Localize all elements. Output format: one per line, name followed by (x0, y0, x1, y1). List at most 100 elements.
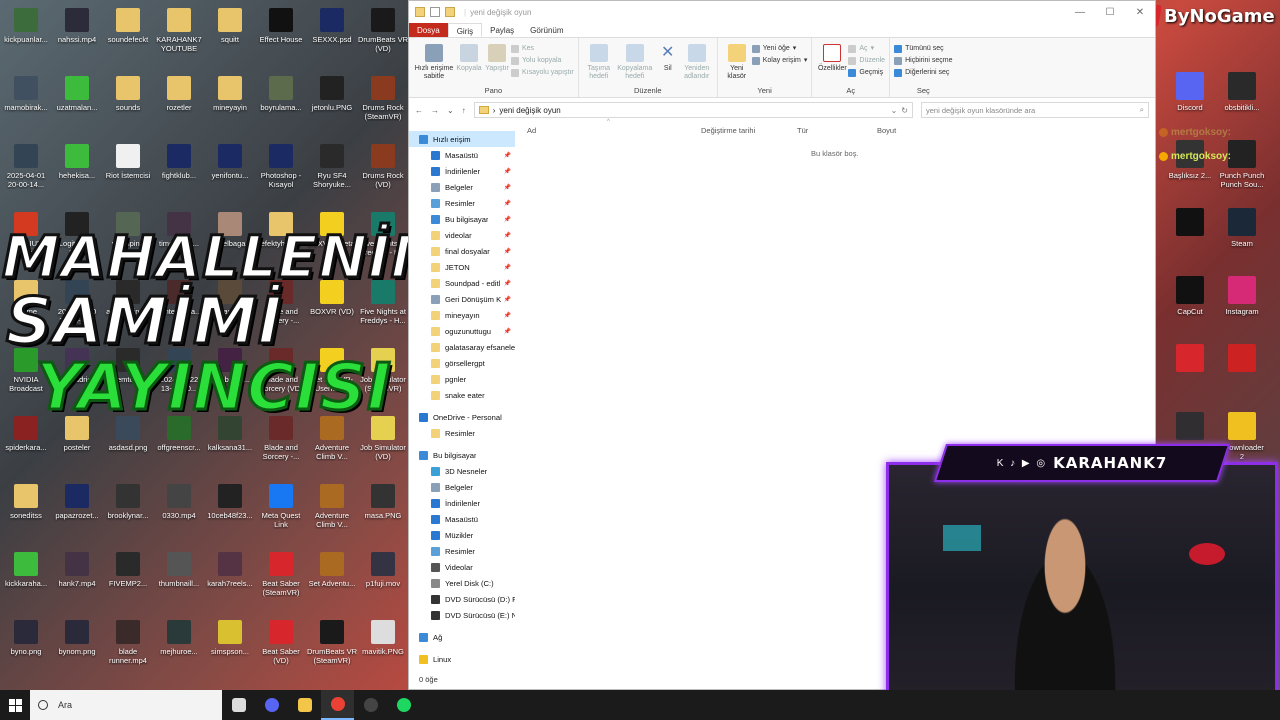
nav-network[interactable]: Ağ (409, 629, 515, 645)
nav-item[interactable]: pgnler (409, 371, 515, 387)
column-size[interactable]: Boyut (877, 126, 896, 135)
taskbar-app-chrome[interactable] (321, 690, 354, 720)
desktop-icon[interactable]: mineyayin (205, 70, 255, 130)
start-button[interactable] (0, 690, 30, 720)
pin-icon[interactable]: 📌 (504, 248, 515, 255)
desktop-icon[interactable]: SEXXX.psd (307, 2, 357, 62)
desktop-icon[interactable]: simspson... (205, 614, 255, 674)
pin-icon[interactable]: 📌 (504, 312, 515, 319)
desktop-icon[interactable]: Steam (1217, 202, 1267, 262)
nav-item[interactable]: Masaüstü (409, 511, 515, 527)
tab-view[interactable]: Görünüm (522, 23, 571, 37)
desktop-icon[interactable]: Set Adventu... (307, 546, 357, 606)
select-all-button[interactable]: Tümünü seç (894, 44, 952, 53)
tab-share[interactable]: Paylaş (482, 23, 522, 37)
desktop-icon[interactable]: Drums Rock (SteamVR) (358, 70, 408, 130)
taskbar-app-file-explorer[interactable] (288, 690, 321, 720)
desktop-icon[interactable]: 0330.mp4 (154, 478, 204, 538)
desktop-icon[interactable]: masa.PNG (358, 478, 408, 538)
move-to-button[interactable]: Taşıma hedefi (583, 42, 615, 85)
desktop-icon[interactable]: boyrulama... (256, 70, 306, 130)
desktop-icon[interactable] (1165, 338, 1215, 398)
desktop-icon[interactable]: Ryu SF4 Shoryuke... (307, 138, 357, 198)
desktop-icon[interactable]: yenifontu... (205, 138, 255, 198)
search-input[interactable]: yeni değişik oyun klasöründe ara (926, 106, 1140, 115)
refresh-icon[interactable]: ↻ (901, 106, 908, 115)
desktop-icon[interactable]: fightklub... (154, 138, 204, 198)
desktop-icon[interactable]: Adventure Climb V... (307, 478, 357, 538)
desktop-icon[interactable]: KARAHANK7 YOUTUBE (154, 2, 204, 62)
desktop-icon[interactable] (1217, 338, 1267, 398)
rename-button[interactable]: Yeniden adlandır (681, 42, 713, 85)
tab-file[interactable]: Dosya (409, 23, 448, 37)
nav-item[interactable]: final dosyalar 📌 (409, 243, 515, 259)
copy-to-button[interactable]: Kopyalama hedefi (615, 42, 655, 85)
desktop-icon[interactable]: obsbitikli... (1217, 66, 1267, 126)
desktop-icon[interactable]: Discord (1165, 66, 1215, 126)
select-none-button[interactable]: Hiçbirini seçme (894, 56, 953, 65)
desktop-icon[interactable]: Meta Quest Link (256, 478, 306, 538)
nav-item[interactable]: 3D Nesneler (409, 463, 515, 479)
nav-item[interactable]: Bu bilgisayar 📌 (409, 211, 515, 227)
desktop-icon[interactable]: 10ceb48f23... (205, 478, 255, 538)
desktop-icon[interactable]: p1fuji.mov (358, 546, 408, 606)
pin-icon[interactable]: 📌 (504, 328, 515, 335)
recent-chevron-icon[interactable]: ⌄ (447, 106, 454, 115)
nav-onedrive[interactable]: OneDrive - Personal (409, 409, 515, 425)
cut-button[interactable]: Kes (511, 44, 574, 53)
nav-item[interactable]: mineyayın 📌 (409, 307, 515, 323)
desktop-icon[interactable]: papazrozet... (52, 478, 102, 538)
desktop-icon[interactable]: DrumBeats VR (SteamVR) (307, 614, 357, 674)
nav-item[interactable]: Belgeler 📌 (409, 179, 515, 195)
nav-item[interactable]: JETON 📌 (409, 259, 515, 275)
edit-button[interactable]: Düzenle (848, 56, 885, 65)
pin-quick-access-button[interactable]: Hızlı erişime sabitle (413, 42, 455, 85)
nav-item[interactable]: Resimler (409, 425, 515, 441)
nav-item[interactable]: galatasaray efsanele (409, 339, 515, 355)
desktop-icon[interactable]: hehekisa... (52, 138, 102, 198)
new-item-button[interactable]: Yeni öğe ▾ (751, 44, 808, 53)
paste-button[interactable]: Yapıştır (483, 42, 511, 85)
desktop-icon[interactable]: byno.png (1, 614, 51, 674)
properties-icon[interactable] (430, 7, 440, 17)
back-arrow-icon[interactable]: ← (415, 106, 423, 115)
desktop-icon[interactable]: Beat Saber (SteamVR) (256, 546, 306, 606)
desktop-icon[interactable]: brooklynar... (103, 478, 153, 538)
desktop-icon[interactable]: jetonlu.PNG (307, 70, 357, 130)
pin-icon[interactable]: 📌 (504, 296, 515, 303)
desktop-icon[interactable]: FIVEMP2... (103, 546, 153, 606)
pin-icon[interactable]: 📌 (504, 200, 515, 207)
nav-item[interactable]: görsellergpt (409, 355, 515, 371)
taskbar-search-input[interactable]: Ara (58, 700, 72, 710)
desktop-icon[interactable]: Riot İstemcisi (103, 138, 153, 198)
desktop-icon[interactable]: karah7reels... (205, 546, 255, 606)
nav-item[interactable]: Videolar (409, 559, 515, 575)
nav-item[interactable]: oguzunuttugu 📌 (409, 323, 515, 339)
pin-icon[interactable]: 📌 (504, 184, 515, 191)
nav-item[interactable]: İndirilenler (409, 495, 515, 511)
history-button[interactable]: Geçmiş (848, 68, 885, 77)
desktop-icon[interactable]: uzatmalan... (52, 70, 102, 130)
nav-item[interactable]: Resimler (409, 543, 515, 559)
column-type[interactable]: Tür (797, 126, 808, 135)
open-button[interactable]: Aç ▾ (848, 44, 885, 53)
forward-arrow-icon[interactable]: → (431, 106, 439, 115)
paste-shortcut-button[interactable]: Kısayolu yapıştır (511, 68, 574, 77)
desktop-icon[interactable]: mamobirak... (1, 70, 51, 130)
desktop-icon[interactable]: hank7.mp4 (52, 546, 102, 606)
nav-item[interactable]: Resimler 📌 (409, 195, 515, 211)
desktop-icon[interactable]: mejhuroe... (154, 614, 204, 674)
desktop-icon[interactable]: blade runner.mp4 (103, 614, 153, 674)
desktop-icon[interactable] (1165, 202, 1215, 262)
address-dropdown-icon[interactable]: ⌄ (891, 106, 898, 115)
nav-item[interactable]: Masaüstü 📌 (409, 147, 515, 163)
nav-item[interactable]: Soundpad - editl 📌 (409, 275, 515, 291)
pin-icon[interactable]: 📌 (504, 280, 515, 287)
column-modified[interactable]: Değiştirme tarihi (701, 126, 755, 135)
desktop-icon[interactable]: Effect House (256, 2, 306, 62)
up-arrow-icon[interactable]: ↑ (462, 106, 466, 115)
desktop-icon[interactable]: rozetler (154, 70, 204, 130)
easy-access-button[interactable]: Kolay erişim ▾ (751, 56, 807, 65)
copy-path-button[interactable]: Yolu kopyala (511, 56, 574, 65)
desktop-icon[interactable]: soneditss (1, 478, 51, 538)
